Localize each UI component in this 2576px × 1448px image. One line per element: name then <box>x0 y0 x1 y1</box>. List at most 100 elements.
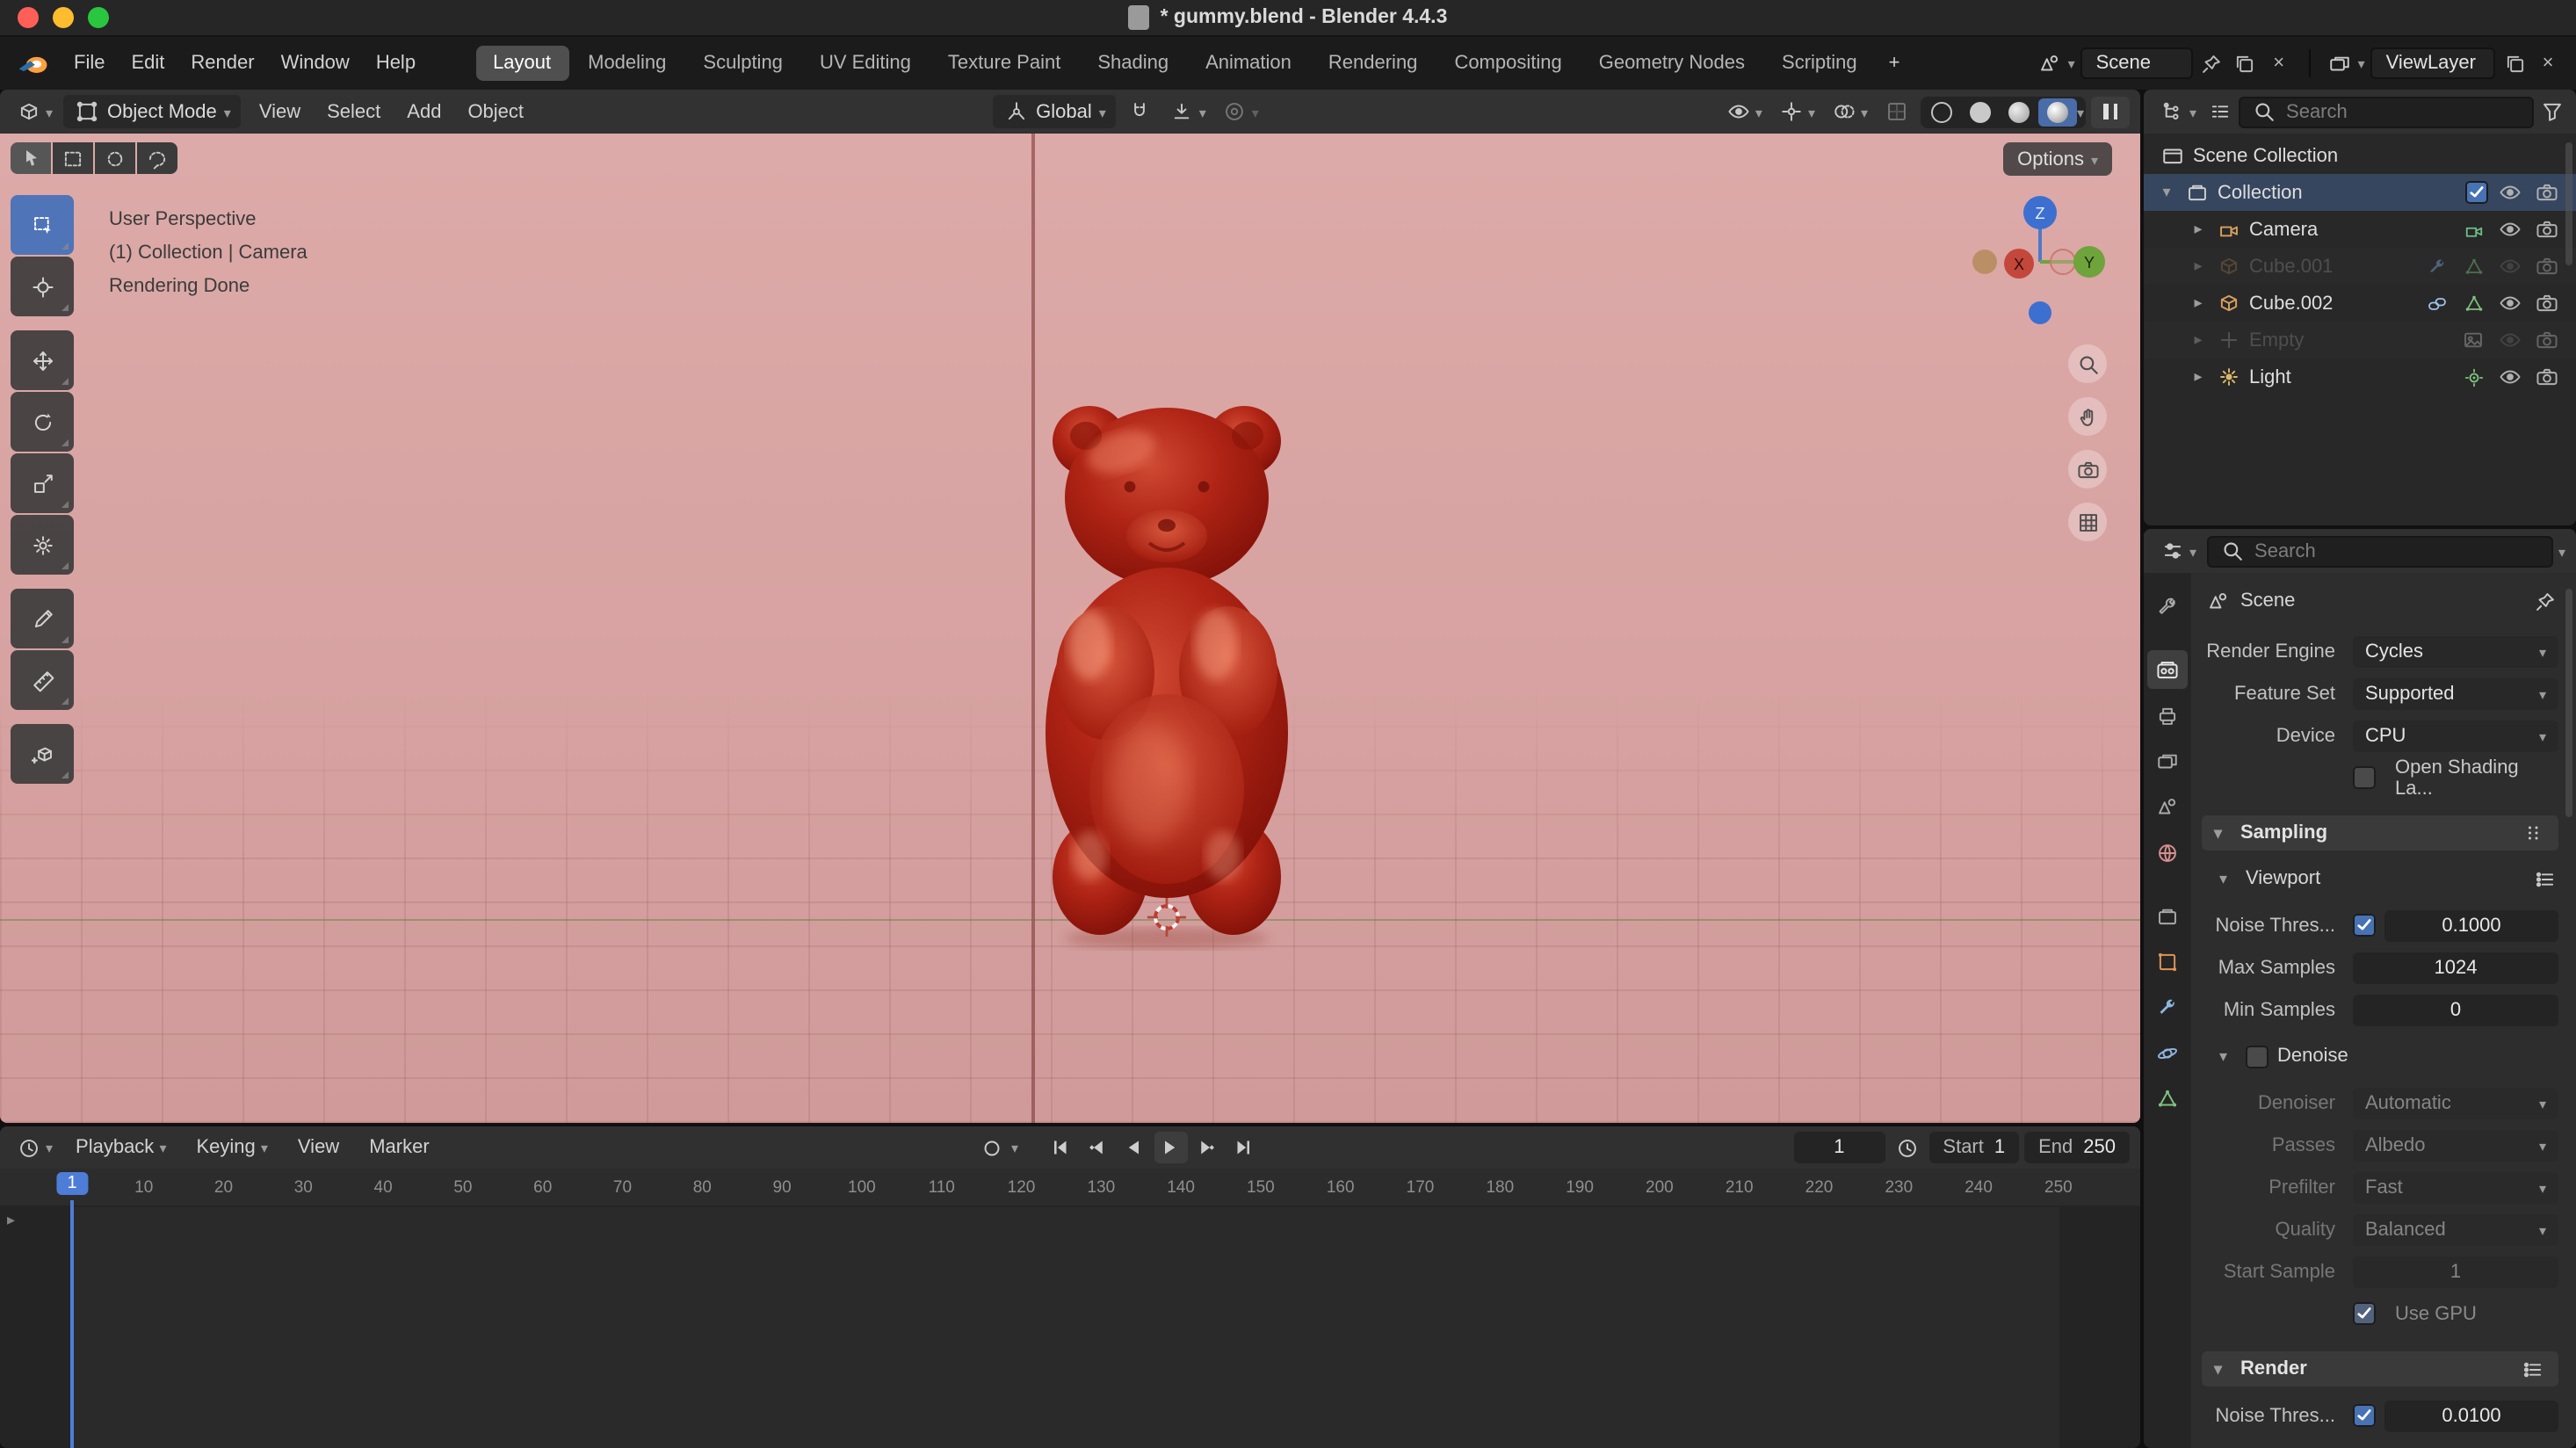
close-window-button[interactable] <box>18 7 39 28</box>
gizmos-dropdown[interactable] <box>1773 95 1820 128</box>
tab-shading[interactable]: Shading <box>1080 46 1186 81</box>
shading-wireframe-button[interactable] <box>1922 98 1961 126</box>
tool-annotate[interactable] <box>11 589 74 648</box>
frame-start-field[interactable]: Start1 <box>1928 1132 2019 1163</box>
outliner-row-light[interactable]: ▸Light <box>2144 358 2576 395</box>
blender-logo-icon[interactable] <box>14 49 53 77</box>
min-samples-field[interactable]: 0 <box>2353 994 2558 1025</box>
editor-type-button[interactable] <box>11 95 58 128</box>
playhead-badge[interactable]: 1 <box>56 1172 87 1195</box>
select-mode-lasso-button[interactable] <box>137 142 177 174</box>
properties-tab-world[interactable] <box>2147 833 2188 872</box>
play-button[interactable] <box>1154 1132 1187 1163</box>
mesh-data-icon[interactable] <box>2458 256 2488 277</box>
visibility-eye-icon[interactable] <box>2495 366 2525 388</box>
expand-arrow-icon[interactable]: ▸ <box>2189 220 2207 239</box>
mode-select[interactable]: Object Mode <box>63 95 242 128</box>
outliner-scrollbar[interactable] <box>2565 142 2572 265</box>
passes-dropdown[interactable]: Albedo <box>2353 1129 2558 1161</box>
viewport-menu-select[interactable]: Select <box>315 96 393 127</box>
viewport-menu-object[interactable]: Object <box>455 96 536 127</box>
navigation-gizmo[interactable]: X Y Z <box>1966 188 2114 336</box>
outliner-editor-type-button[interactable] <box>2154 95 2202 128</box>
object-visibility-dropdown[interactable] <box>1720 95 1768 128</box>
open-shading-checkbox[interactable] <box>2353 766 2376 789</box>
expand-arrow-icon[interactable]: ▸ <box>2189 257 2207 276</box>
tool-rotate[interactable] <box>11 392 74 452</box>
prev-keyframe-button[interactable] <box>1080 1132 1113 1163</box>
frame-end-field[interactable]: End250 <box>2024 1132 2130 1163</box>
snap-toggle[interactable] <box>1122 95 1159 128</box>
pin-icon[interactable] <box>2532 588 2558 614</box>
tab-modeling[interactable]: Modeling <box>570 46 684 81</box>
tool-add-cube[interactable] <box>11 724 74 784</box>
menu-edit[interactable]: Edit <box>119 47 177 79</box>
preset-list-icon[interactable] <box>2532 865 2558 892</box>
tool-transform[interactable] <box>11 515 74 575</box>
properties-editor-type-button[interactable] <box>2154 534 2202 568</box>
noise-threshold-checkbox[interactable] <box>2353 914 2376 937</box>
image-data-icon[interactable] <box>2458 329 2488 351</box>
new-workspace-button[interactable]: + <box>1877 46 1913 81</box>
menu-render[interactable]: Render <box>178 47 266 79</box>
render-noise-threshold-checkbox[interactable] <box>2353 1404 2376 1427</box>
browse-viewlayer-chevron-icon[interactable] <box>2358 53 2365 74</box>
constraint-icon[interactable] <box>2421 293 2451 314</box>
expand-arrow-icon[interactable]: ▸ <box>2189 330 2207 350</box>
start-sample-field[interactable]: 1 <box>2353 1256 2558 1287</box>
tool-measure[interactable] <box>11 650 74 710</box>
tab-animation[interactable]: Animation <box>1188 46 1309 81</box>
remove-viewlayer-icon[interactable]: × <box>2534 49 2562 77</box>
tab-texture-paint[interactable]: Texture Paint <box>930 46 1078 81</box>
expand-arrow-icon[interactable]: ▾ <box>2158 183 2175 202</box>
preset-list-icon[interactable] <box>2520 1356 2546 1382</box>
tab-layout[interactable]: Layout <box>475 46 568 81</box>
unlink-scene-icon[interactable]: × <box>2265 49 2293 77</box>
shading-material-button[interactable] <box>2000 98 2038 126</box>
sampling-panel-header[interactable]: ▾ Sampling <box>2202 815 2558 851</box>
tab-uv-editing[interactable]: UV Editing <box>802 46 929 81</box>
denoise-checkbox[interactable] <box>2246 1045 2268 1068</box>
proportional-edit-toggle[interactable] <box>1217 95 1264 128</box>
outliner-search-input[interactable]: Search <box>2239 96 2534 127</box>
render-noise-threshold-field[interactable]: 0.0100 <box>2384 1400 2558 1431</box>
ortho-toggle-icon[interactable] <box>2068 503 2107 541</box>
properties-tab-collection[interactable] <box>2147 896 2188 935</box>
expand-arrow-icon[interactable]: ▸ <box>2189 293 2207 313</box>
properties-tab-output[interactable] <box>2147 696 2188 735</box>
3d-viewport[interactable]: User Perspective (1) Collection | Camera… <box>0 134 2140 1123</box>
visibility-eye-icon[interactable] <box>2495 329 2525 351</box>
light-data-icon[interactable] <box>2458 366 2488 387</box>
current-frame-field[interactable]: 1 <box>1793 1132 1885 1163</box>
tab-compositing[interactable]: Compositing <box>1436 46 1579 81</box>
outliner-row-cube-001[interactable]: ▸Cube.001 <box>2144 248 2576 285</box>
render-engine-dropdown[interactable]: Cycles <box>2353 635 2558 667</box>
jump-to-start-button[interactable] <box>1043 1132 1076 1163</box>
fullscreen-window-button[interactable] <box>88 7 109 28</box>
outliner-row-empty[interactable]: ▸Empty <box>2144 322 2576 358</box>
next-keyframe-button[interactable] <box>1190 1132 1224 1163</box>
properties-tab-view-layer[interactable] <box>2147 742 2188 780</box>
visibility-eye-icon[interactable] <box>2495 218 2525 241</box>
timeline-editor-type-button[interactable] <box>11 1131 58 1164</box>
properties-scrollbar[interactable] <box>2565 589 2572 817</box>
menu-file[interactable]: File <box>62 47 117 79</box>
menu-window[interactable]: Window <box>269 47 362 79</box>
gizmo-negz-ball[interactable] <box>2029 301 2051 324</box>
select-mode-circle-button[interactable] <box>95 142 135 174</box>
xray-toggle[interactable] <box>1878 95 1915 128</box>
device-dropdown[interactable]: CPU <box>2353 720 2558 751</box>
max-samples-field[interactable]: 1024 <box>2353 952 2558 983</box>
outliner-row-scene-collection[interactable]: Scene Collection <box>2144 137 2576 174</box>
camera-view-icon[interactable] <box>2068 450 2107 489</box>
visibility-eye-icon[interactable] <box>2495 181 2525 204</box>
shading-solid-button[interactable] <box>1961 98 2000 126</box>
render-visibility-camera-icon[interactable] <box>2532 292 2562 315</box>
pin-scene-icon[interactable] <box>2198 49 2226 77</box>
render-visibility-camera-icon[interactable] <box>2532 218 2562 241</box>
view-menu[interactable]: View <box>286 1132 351 1163</box>
noise-threshold-field[interactable]: 0.1000 <box>2384 909 2558 941</box>
properties-tab-scene[interactable] <box>2147 787 2188 826</box>
collection-checkbox[interactable] <box>2465 181 2488 204</box>
filter-icon[interactable] <box>2539 98 2565 125</box>
